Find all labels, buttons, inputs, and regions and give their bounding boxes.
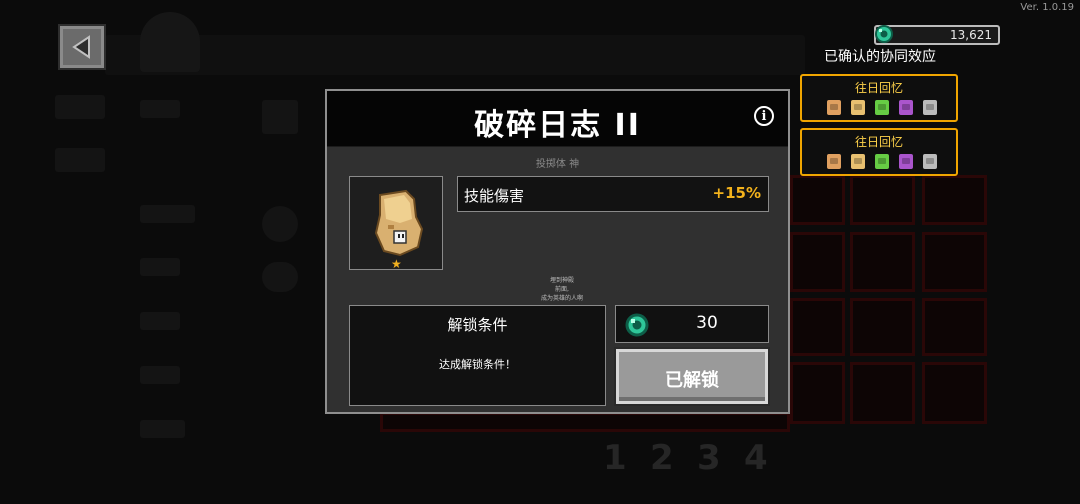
- stat-label: 技能傷害: [464, 187, 525, 205]
- item-title: 破碎日志 II: [474, 108, 641, 143]
- back-button[interactable]: [60, 26, 104, 68]
- bag-icon: [851, 154, 865, 169]
- background-grid-cell: [850, 362, 915, 424]
- background-grid-cell: [850, 232, 915, 292]
- background-list-item: [140, 420, 185, 438]
- background-grid-cell: [790, 298, 845, 356]
- background-list-item: [140, 312, 180, 330]
- background-grid-cell: [850, 175, 915, 225]
- background-page-number: 4: [744, 438, 768, 478]
- item-image-frame: ★: [349, 176, 443, 271]
- arrow-left-icon: [72, 35, 90, 59]
- background-icon: [262, 206, 298, 242]
- bag-icon: [851, 100, 865, 115]
- synergy-card-name: 往日回忆: [854, 81, 903, 95]
- background-grid-cell: [790, 232, 845, 292]
- bag-icon: [827, 100, 841, 115]
- unlocked-button-label: 已解锁: [665, 370, 719, 391]
- bag-icon: [923, 154, 937, 169]
- synergy-card-name: 往日回忆: [854, 135, 903, 149]
- unlock-condition-box: 解锁条件 达成解锁条件！: [349, 305, 606, 406]
- broken-journal-icon: [374, 189, 424, 257]
- bag-icon: [875, 154, 889, 169]
- bag-icon: [899, 154, 913, 169]
- background-grid-strip: [380, 412, 790, 432]
- cost-box: 30: [615, 305, 769, 343]
- background-list-item: [140, 258, 180, 276]
- unlock-title: 解锁条件: [447, 316, 508, 334]
- synergy-title: 已确认的协同效应: [824, 49, 936, 65]
- background-grid-cell: [790, 362, 845, 424]
- synergy-card[interactable]: 往日回忆: [800, 74, 958, 122]
- background-grid-cell: [922, 175, 987, 225]
- background-grid-cell: [922, 362, 987, 424]
- version-label: Ver. 1.0.19: [1020, 2, 1074, 13]
- background-portrait: [140, 12, 200, 72]
- background-tab: [55, 95, 105, 119]
- stat-row: 技能傷害 +15%: [457, 176, 769, 212]
- info-icon[interactable]: i: [754, 106, 774, 126]
- bag-icon: [875, 100, 889, 115]
- synergy-card[interactable]: 往日回忆: [800, 128, 958, 176]
- synergy-item-icons: [827, 154, 937, 169]
- green-gem-icon: [875, 25, 893, 43]
- star-icon: ★: [391, 257, 402, 271]
- flavor-text: 埋到神殿 前面, 成为英雄的人啊: [517, 276, 607, 303]
- flavor-line: 前面,: [555, 286, 569, 293]
- background-grid-cell: [790, 175, 845, 225]
- cost-value: 30: [696, 313, 718, 333]
- bag-icon: [899, 100, 913, 115]
- unlocked-button[interactable]: 已解锁: [616, 349, 768, 404]
- bag-icon: [923, 100, 937, 115]
- item-detail-modal: 破碎日志 II i 投掷体 神 ★ 技能傷害 +15% 埋到神殿 前面, 成为英…: [325, 89, 790, 414]
- background-list-item: [140, 205, 195, 223]
- unlock-condition-text: 达成解锁条件！: [439, 358, 516, 371]
- flavor-line: 埋到神殿: [549, 277, 574, 284]
- modal-header: 破碎日志 II i: [327, 91, 788, 147]
- background-list-item: [140, 100, 180, 118]
- background-grid-cell: [850, 298, 915, 356]
- item-subtitle: 投掷体 神: [535, 159, 580, 170]
- background-page-number: 2: [650, 438, 674, 478]
- gem-amount: 13,621: [950, 28, 992, 42]
- gem-counter: 13,621: [874, 25, 1000, 45]
- background-icon: [262, 100, 298, 134]
- background-header-bar: [105, 35, 805, 75]
- background-grid-cell: [922, 298, 987, 356]
- background-grid-cell: [922, 232, 987, 292]
- stat-value: +15%: [712, 184, 761, 202]
- bag-icon: [827, 154, 841, 169]
- background-page-number: 1: [603, 438, 627, 478]
- background-page-number: 3: [697, 438, 721, 478]
- synergy-item-icons: [827, 100, 937, 115]
- flavor-line: 成为英雄的人啊: [540, 295, 583, 302]
- background-tab: [55, 148, 105, 172]
- background-icon: [262, 262, 298, 292]
- background-list-item: [140, 366, 180, 384]
